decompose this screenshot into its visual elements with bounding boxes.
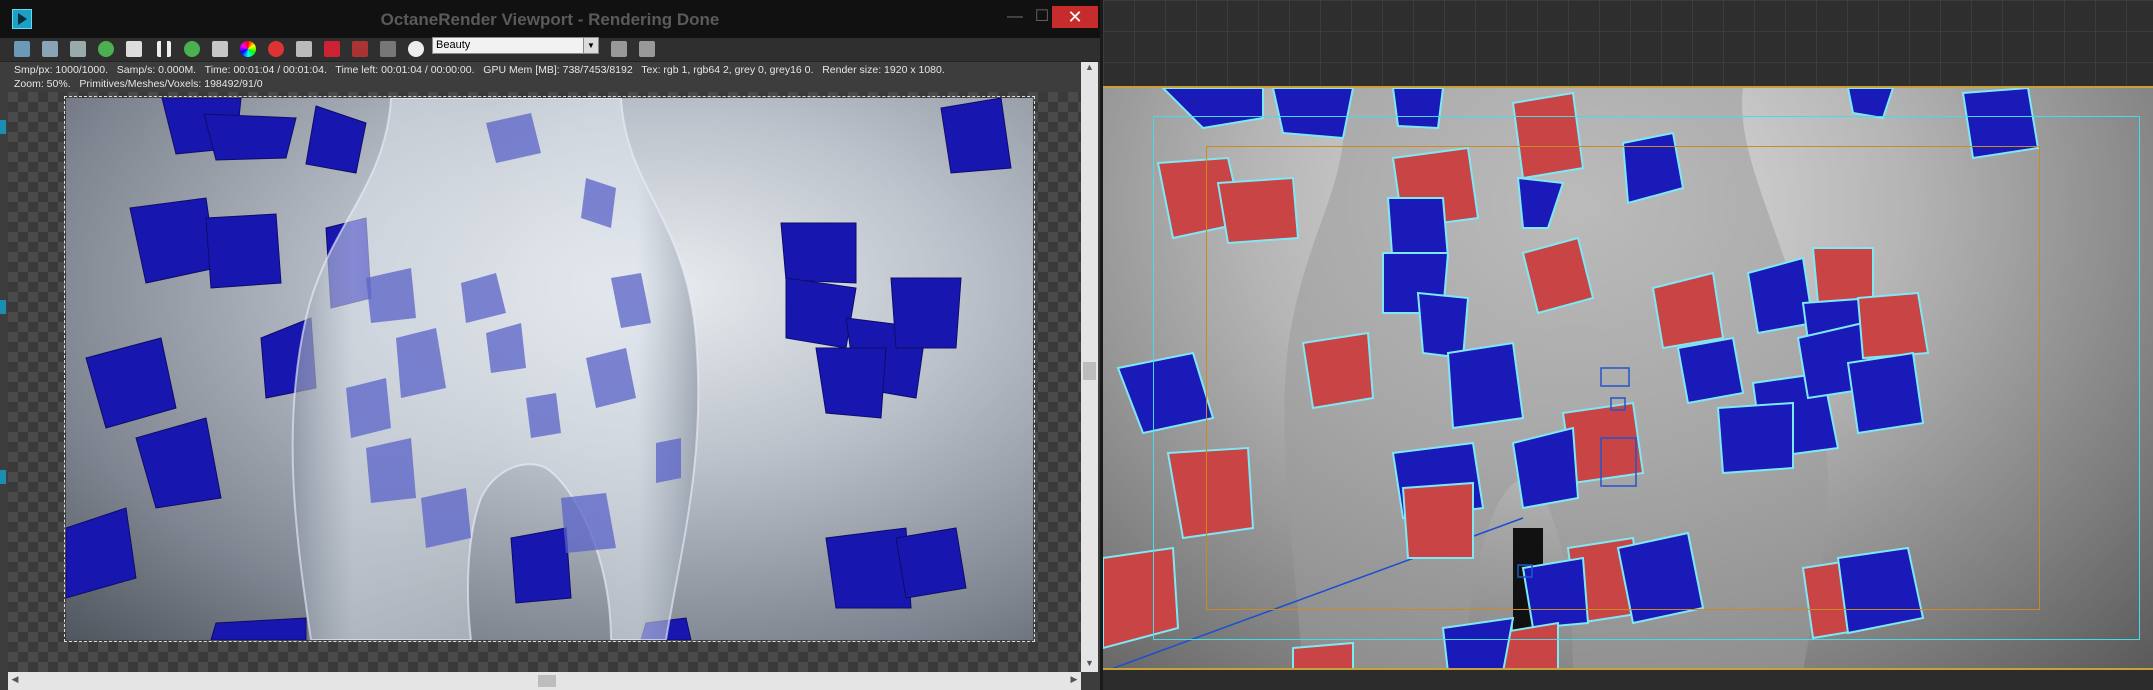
stats-line-2: Zoom: 50%. Primitives/Meshes/Voxels: 198… (14, 78, 263, 90)
render-scene (66, 98, 1012, 640)
region-render-icon[interactable] (212, 41, 228, 57)
horizontal-scrollbar[interactable]: ◀ ▶ (8, 672, 1081, 690)
maximize-button[interactable]: ☐ (1030, 6, 1054, 28)
view-icon-a[interactable] (611, 41, 627, 57)
close-button[interactable]: ✕ (1052, 6, 1098, 28)
gpu-usage-icon[interactable] (352, 41, 368, 57)
settings-gear-icon[interactable] (408, 41, 424, 57)
render-statistics: Smp/px: 1000/1000. Samp/s: 0.000M. Time:… (14, 63, 945, 91)
camera-safe-frame (1103, 86, 2153, 670)
viewport-grid (1103, 0, 2153, 86)
render-canvas-area[interactable] (8, 92, 1081, 672)
minimize-button[interactable]: — (1003, 6, 1027, 28)
chevron-down-icon: ▼ (583, 38, 598, 53)
safe-frame-title (1206, 146, 2040, 610)
side-panel-glyph (0, 300, 6, 314)
stats-line-1: Smp/px: 1000/1000. Samp/s: 0.000M. Time:… (14, 64, 945, 76)
resume-icon[interactable] (184, 41, 200, 57)
save-all-icon[interactable] (42, 41, 58, 57)
vertical-scrollbar[interactable]: ▲ ▼ (1081, 62, 1098, 672)
display-settings-icon[interactable] (296, 41, 312, 57)
material-picker-icon[interactable] (268, 41, 284, 57)
render-pass-select[interactable]: Beauty ▼ (432, 37, 599, 54)
scroll-left-icon[interactable]: ◀ (8, 674, 22, 685)
scroll-thumb[interactable] (1083, 362, 1096, 380)
side-panel-glyph (0, 120, 6, 134)
scroll-up-icon[interactable]: ▲ (1081, 62, 1098, 76)
view-icon-b[interactable] (639, 41, 655, 57)
pause-icon[interactable] (157, 41, 171, 57)
side-panel-glyph (0, 470, 6, 484)
camera-icon[interactable] (380, 41, 396, 57)
scroll-down-icon[interactable]: ▼ (1081, 658, 1098, 672)
color-picker-icon[interactable] (240, 41, 256, 57)
window-title: OctaneRender Viewport - Rendering Done (380, 10, 720, 29)
lock-icon[interactable] (126, 41, 142, 57)
save-image-icon[interactable] (14, 41, 30, 57)
zoom-icon[interactable] (70, 41, 86, 57)
max-camera-viewport[interactable] (1103, 0, 2153, 690)
rendered-image (64, 96, 1035, 642)
restart-render-icon[interactable] (98, 41, 114, 57)
scroll-thumb[interactable] (538, 675, 556, 687)
scroll-right-icon[interactable]: ▶ (1067, 674, 1081, 685)
render-pass-value: Beauty (436, 39, 471, 51)
title-bar[interactable]: OctaneRender Viewport - Rendering Done —… (0, 0, 1100, 38)
octane-viewport-window: OctaneRender Viewport - Rendering Done —… (0, 0, 1103, 690)
render-settings-icon[interactable] (324, 41, 340, 57)
